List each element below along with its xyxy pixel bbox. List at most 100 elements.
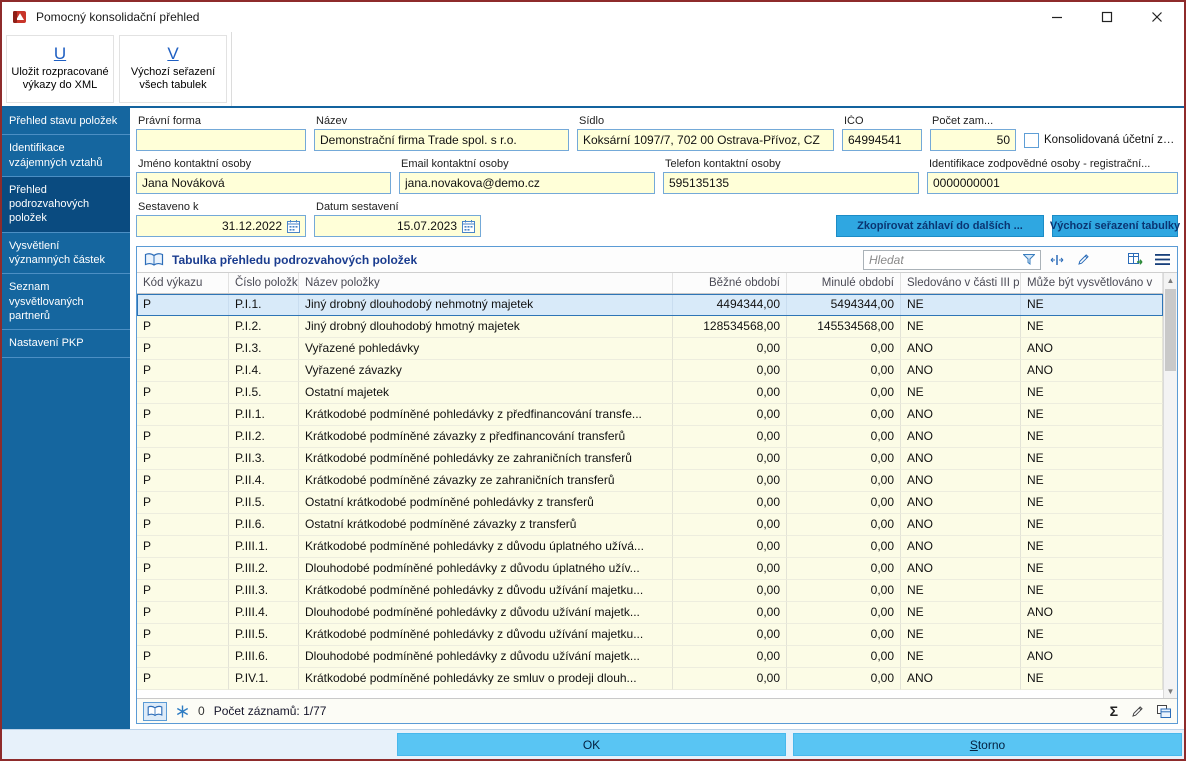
sidebar-item[interactable]: Nastavení PKP — [2, 330, 130, 357]
fit-columns-icon[interactable] — [1049, 254, 1065, 266]
book-view-toggle[interactable] — [143, 702, 167, 721]
table-cell: 0,00 — [673, 624, 787, 646]
table-cell: P — [137, 294, 229, 316]
konsolidovana-checkbox[interactable] — [1024, 133, 1039, 148]
vertical-scrollbar[interactable]: ▲ ▼ — [1163, 273, 1177, 698]
table-cell: 0,00 — [787, 602, 901, 624]
search-input[interactable] — [869, 253, 1019, 267]
table-cell: ANO — [901, 338, 1021, 360]
scroll-up-icon[interactable]: ▲ — [1164, 273, 1177, 287]
ico-field[interactable]: 64994541 — [842, 129, 922, 151]
close-button[interactable] — [1150, 10, 1164, 24]
sidebar-item[interactable]: Vysvětlení významných částek — [2, 233, 130, 275]
table-cell: P.IV.1. — [229, 668, 299, 690]
column-header[interactable]: Minulé období — [787, 273, 901, 293]
table-cell: P.II.4. — [229, 470, 299, 492]
table-cell: 0,00 — [787, 448, 901, 470]
table-title: Tabulka přehledu podrozvahových položek — [172, 253, 417, 267]
email-field[interactable]: jana.novakova@demo.cz — [399, 172, 655, 194]
table-cell: P.II.2. — [229, 426, 299, 448]
jmeno-field[interactable]: Jana Nováková — [136, 172, 391, 194]
identifikace-label: Identifikace zodpovědné osoby - registra… — [927, 158, 1178, 172]
table-cell: Ostatní krátkodobé podmíněné závazky z t… — [299, 514, 673, 536]
scrollbar-thumb[interactable] — [1165, 289, 1176, 371]
sestaveno-k-label: Sestaveno k — [136, 201, 306, 215]
table-row[interactable]: PP.II.1.Krátkodobé podmíněné pohledávky … — [137, 404, 1163, 426]
table-row[interactable]: PP.I.1.Jiný drobný dlouhodobý nehmotný m… — [137, 294, 1163, 316]
export-table-icon[interactable] — [1128, 253, 1143, 266]
table-cell: 0,00 — [673, 426, 787, 448]
table-cell: 145534568,00 — [787, 316, 901, 338]
table-row[interactable]: PP.II.3.Krátkodobé podmíněné pohledávky … — [137, 448, 1163, 470]
save-xml-mnemonic: U — [54, 45, 66, 64]
table-row[interactable]: PP.III.4.Dlouhodobé podmíněné pohledávky… — [137, 602, 1163, 624]
table-cell: Ostatní krátkodobé podmíněné pohledávky … — [299, 492, 673, 514]
footer-bar: OK Storno — [2, 729, 1184, 759]
filter-icon[interactable] — [1023, 254, 1035, 265]
sidlo-label: Sídlo — [577, 115, 834, 129]
table-row[interactable]: PP.III.3.Krátkodobé podmíněné pohledávky… — [137, 580, 1163, 602]
table-row[interactable]: PP.I.4.Vyřazené závazky0,000,00ANOANO — [137, 360, 1163, 382]
table-cell: P — [137, 558, 229, 580]
default-sort-all-label-line1: Výchozí seřazení — [131, 66, 215, 78]
pravni-forma-field[interactable] — [136, 129, 306, 151]
telefon-field[interactable]: 595135135 — [663, 172, 919, 194]
sidebar-item[interactable]: Přehled stavu položek — [2, 108, 130, 135]
table-cell: NE — [1021, 404, 1163, 426]
edit-icon[interactable] — [1077, 253, 1090, 266]
calendar-icon[interactable] — [287, 220, 300, 233]
default-sort-all-button[interactable]: V Výchozí seřazení všech tabulek — [119, 35, 227, 103]
sidebar-item[interactable]: Identifikace vzájemných vztahů — [2, 135, 130, 177]
column-header[interactable]: Číslo položky — [229, 273, 299, 293]
table-row[interactable]: PP.II.4.Krátkodobé podmíněné závazky ze … — [137, 470, 1163, 492]
table-row[interactable]: PP.III.6.Dlouhodobé podmíněné pohledávky… — [137, 646, 1163, 668]
scroll-down-icon[interactable]: ▼ — [1164, 684, 1177, 698]
table-row[interactable]: PP.IV.1.Krátkodobé podmíněné pohledávky … — [137, 668, 1163, 690]
sidebar-item-label: Identifikace vzájemných vztahů — [9, 142, 103, 168]
datum-sestaveni-field[interactable]: 15.07.2023 — [314, 215, 481, 237]
maximize-button[interactable] — [1100, 10, 1114, 24]
table-row[interactable]: PP.III.5.Krátkodobé podmíněné pohledávky… — [137, 624, 1163, 646]
nazev-field[interactable]: Demonstrační firma Trade spol. s r.o. — [314, 129, 569, 151]
column-header[interactable]: Kód výkazu — [137, 273, 229, 293]
table-row[interactable]: PP.II.6.Ostatní krátkodobé podmíněné záv… — [137, 514, 1163, 536]
column-header[interactable]: Sledováno v části III p — [901, 273, 1021, 293]
sidlo-field[interactable]: Koksární 1097/7, 702 00 Ostrava-Přívoz, … — [577, 129, 834, 151]
table-cell: 0,00 — [673, 404, 787, 426]
column-header[interactable]: Běžné období — [673, 273, 787, 293]
sum-icon[interactable]: Σ — [1110, 704, 1118, 718]
pocet-zam-field[interactable]: 50 — [930, 129, 1016, 151]
table-cell: Ostatní majetek — [299, 382, 673, 404]
default-sort-table-button[interactable]: Výchozí seřazení tabulky — [1052, 215, 1178, 237]
save-xml-button[interactable]: U Uložit rozpracované výkazy do XML — [6, 35, 114, 103]
table-row[interactable]: PP.II.5.Ostatní krátkodobé podmíněné poh… — [137, 492, 1163, 514]
sidebar-item[interactable]: Přehled podrozvahových položek — [2, 177, 130, 233]
calendar-icon[interactable] — [462, 220, 475, 233]
table-cell: P.II.3. — [229, 448, 299, 470]
table-row[interactable]: PP.II.2.Krátkodobé podmíněné závazky z p… — [137, 426, 1163, 448]
sestaveno-k-field[interactable]: 31.12.2022 — [136, 215, 306, 237]
table-row[interactable]: PP.III.1.Krátkodobé podmíněné pohledávky… — [137, 536, 1163, 558]
storno-button[interactable]: Storno — [793, 733, 1182, 756]
minimize-button[interactable] — [1050, 10, 1064, 24]
table-cell: NE — [1021, 558, 1163, 580]
sidebar-item-label: Přehled stavu položek — [9, 115, 117, 127]
table-cell: 128534568,00 — [673, 316, 787, 338]
modified-rows-icon[interactable] — [176, 705, 189, 718]
copy-header-button[interactable]: Zkopírovat záhlaví do dalších ... — [836, 215, 1044, 237]
table-cell: P.III.4. — [229, 602, 299, 624]
copy-rows-icon[interactable] — [1157, 705, 1171, 718]
edit-row-icon[interactable] — [1131, 705, 1144, 718]
column-header[interactable]: Může být vysvětlováno v — [1021, 273, 1163, 293]
ok-button[interactable]: OK — [397, 733, 786, 756]
sidebar-item[interactable]: Seznam vysvětlovaných partnerů — [2, 274, 130, 330]
identifikace-field[interactable]: 0000000001 — [927, 172, 1178, 194]
table-row[interactable]: PP.I.2.Jiný drobný dlouhodobý hmotný maj… — [137, 316, 1163, 338]
table-row[interactable]: PP.I.5.Ostatní majetek0,000,00NENE — [137, 382, 1163, 404]
table-row[interactable]: PP.III.2.Dlouhodobé podmíněné pohledávky… — [137, 558, 1163, 580]
column-header[interactable]: Název položky — [299, 273, 673, 293]
table-cell: NE — [1021, 316, 1163, 338]
search-box — [863, 250, 1041, 270]
table-row[interactable]: PP.I.3.Vyřazené pohledávky0,000,00ANOANO — [137, 338, 1163, 360]
menu-icon[interactable] — [1155, 254, 1170, 265]
